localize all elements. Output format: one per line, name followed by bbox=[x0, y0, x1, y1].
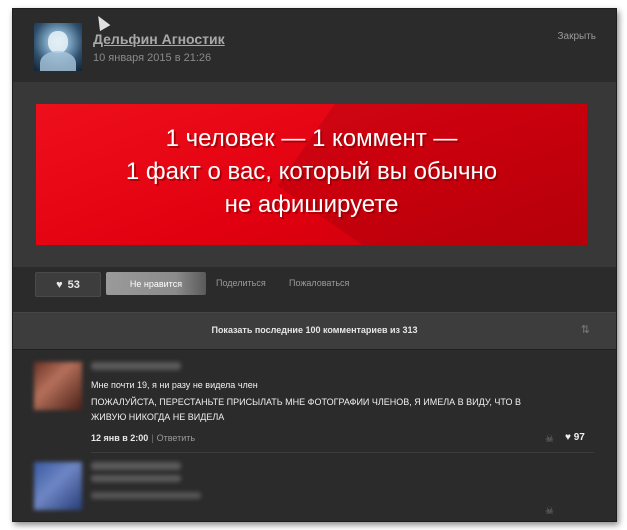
like-button[interactable]: ♥ 53 bbox=[35, 272, 101, 297]
comment-meta: 12 янв в 2:00 | Ответить bbox=[91, 433, 195, 443]
share-link[interactable]: Поделиться bbox=[216, 278, 266, 288]
avatar-figure-head bbox=[48, 31, 68, 53]
avatar-figure-body bbox=[40, 51, 76, 71]
banner-line-2: 1 факт о вас, который вы обычно bbox=[125, 158, 498, 185]
comment-item: Мне почти 19, я ни разу не видела член П… bbox=[13, 354, 616, 449]
comment-like-button[interactable]: ♥ 97 bbox=[565, 432, 585, 443]
close-button[interactable]: Закрыть bbox=[557, 31, 596, 42]
meta-separator: | bbox=[151, 433, 154, 443]
commenter-name-blurred[interactable] bbox=[91, 362, 181, 370]
post-viewer: Дельфин Агностик 10 января 2015 в 21:26 … bbox=[12, 8, 617, 522]
banner-text: 1 человек — 1 коммент — 1 факт о вас, ко… bbox=[36, 122, 587, 221]
comment-meta-blurred bbox=[91, 492, 201, 499]
author-name-link[interactable]: Дельфин Агностик bbox=[93, 31, 225, 47]
comment-text-caps: ПОЖАЛУЙСТА, ПЕРЕСТАНЬТЕ ПРИСЫЛАТЬ МНЕ ФО… bbox=[91, 397, 521, 422]
show-more-comments-text[interactable]: Показать последние 100 комментариев из 3… bbox=[13, 325, 616, 335]
comment-time[interactable]: 12 янв в 2:00 bbox=[91, 433, 148, 443]
skull-icon[interactable]: ☠ bbox=[545, 434, 554, 445]
like-count: 53 bbox=[67, 278, 80, 291]
post-actions: ♥ 53 Не нравится Поделиться Пожаловаться bbox=[13, 267, 616, 312]
comment-text-line: Мне почти 19, я ни разу не видела член bbox=[91, 380, 258, 390]
commenter-avatar[interactable] bbox=[34, 462, 82, 510]
banner-line-3: не афишируете bbox=[224, 191, 399, 218]
commenter-avatar[interactable] bbox=[34, 362, 82, 410]
heart-icon: ♥ bbox=[56, 278, 63, 291]
post-image-banner[interactable]: 1 человек — 1 коммент — 1 факт о вас, ко… bbox=[36, 104, 587, 245]
author-avatar[interactable] bbox=[34, 23, 82, 71]
dislike-button[interactable]: Не нравится bbox=[106, 272, 206, 295]
skull-icon[interactable]: ☠ bbox=[545, 506, 554, 517]
sort-arrows-icon[interactable]: ⇅ bbox=[581, 323, 590, 336]
post-date: 10 января 2015 в 21:26 bbox=[93, 52, 212, 64]
comment-text-blurred bbox=[91, 475, 181, 482]
post-media-area: 1 человек — 1 коммент — 1 факт о вас, ко… bbox=[13, 82, 616, 267]
show-more-comments-bar[interactable]: Показать последние 100 комментариев из 3… bbox=[13, 312, 616, 350]
post-header: Дельфин Агностик 10 января 2015 в 21:26 … bbox=[13, 9, 616, 82]
commenter-name-blurred[interactable] bbox=[91, 462, 181, 470]
heart-icon: ♥ bbox=[565, 432, 571, 443]
mouse-cursor-icon bbox=[93, 13, 111, 32]
banner-line-1: 1 человек — 1 коммент — bbox=[165, 125, 458, 152]
comment-item: ☠ bbox=[13, 454, 616, 521]
comment-like-count: 97 bbox=[573, 432, 585, 443]
comment-divider bbox=[91, 452, 594, 453]
report-link[interactable]: Пожаловаться bbox=[289, 278, 349, 288]
reply-link[interactable]: Ответить bbox=[157, 433, 195, 443]
